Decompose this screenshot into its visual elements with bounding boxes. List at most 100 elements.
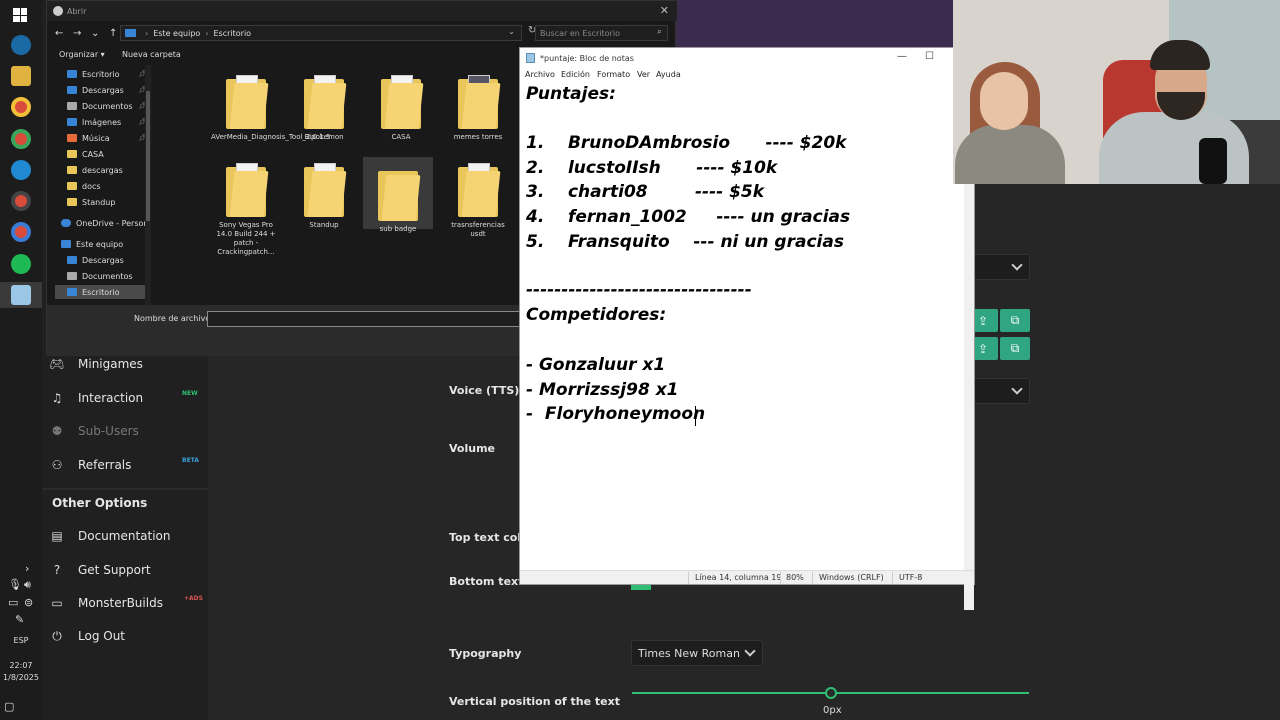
folder-icon: [378, 167, 421, 221]
onedrive-icon: [61, 219, 71, 227]
documents-icon: [67, 102, 77, 110]
windows-icon[interactable]: [13, 8, 27, 22]
slider-handle[interactable]: [825, 687, 837, 699]
chrome-icon[interactable]: [11, 129, 31, 149]
text-line: --------------------------------: [526, 280, 752, 300]
search-icon: ⌕: [656, 27, 662, 37]
users-icon: ⚉: [51, 424, 63, 438]
clock-date[interactable]: 1/8/2025: [0, 673, 42, 682]
tree-item[interactable]: descargas: [55, 163, 149, 177]
text-caret: [695, 406, 696, 426]
language-indicator[interactable]: ESP: [0, 636, 42, 645]
minimize-icon[interactable]: —: [897, 51, 907, 62]
menu-archivo[interactable]: Archivo: [525, 70, 555, 79]
chrome-icon: [53, 6, 63, 16]
menu-edicion[interactable]: Edición: [561, 70, 590, 79]
text-line: Puntajes:: [526, 84, 616, 104]
maximize-icon[interactable]: ☐: [925, 51, 934, 62]
upload-icon: ⇪: [977, 313, 989, 328]
recent-dropdown-icon[interactable]: ⌄: [91, 28, 101, 39]
mic-icon[interactable]: 🎙︎: [8, 578, 22, 591]
encoding: UTF-8: [899, 573, 923, 582]
tree-item[interactable]: Escritorio 📌︎: [55, 67, 149, 81]
file-item[interactable]: Standup: [289, 153, 359, 230]
notepad-icon[interactable]: [11, 285, 31, 305]
menu-ver[interactable]: Ver: [637, 70, 650, 79]
search-input[interactable]: Buscar en Escritorio ⌕: [535, 25, 668, 41]
speaker-icon[interactable]: 🔊︎: [24, 578, 31, 592]
tree-item[interactable]: docs: [55, 179, 149, 193]
select-right[interactable]: [974, 254, 1030, 280]
notepad-window: *puntaje: Bloc de notas — ☐ Archivo Edic…: [519, 47, 975, 610]
nav-referrals[interactable]: ⚇ Referrals: [50, 451, 200, 479]
tree-item[interactable]: Documentos 📌︎: [55, 99, 149, 113]
file-item[interactable]: AVerMedia_Diagnosis_Tool_2.0.1.5: [211, 65, 330, 142]
file-item[interactable]: memes torres: [443, 65, 513, 142]
chrome-icon[interactable]: [11, 191, 31, 211]
tree-item-selected[interactable]: Escritorio: [55, 285, 149, 299]
voice-label: Voice (TTS): [449, 384, 520, 397]
desktop-icon: [67, 70, 77, 78]
chevron-up-icon[interactable]: ›: [25, 562, 29, 575]
file-item[interactable]: Sony Vegas Pro 14.0 Build 244 + patch - …: [211, 153, 281, 257]
menu-formato[interactable]: Formato: [597, 70, 630, 79]
up-icon[interactable]: ↑: [109, 28, 119, 39]
tree-item[interactable]: CASA: [55, 147, 149, 161]
tree-item[interactable]: Standup: [55, 195, 149, 209]
tree-scroll-thumb[interactable]: [146, 91, 150, 221]
tree-item[interactable]: OneDrive - Persor: [55, 216, 149, 230]
spotify-icon[interactable]: [11, 254, 31, 274]
chevron-down-icon[interactable]: ⌄: [508, 27, 515, 36]
nav-interaction[interactable]: ♫ Interaction: [50, 384, 200, 412]
chevron-down-icon: [1011, 383, 1023, 395]
chrome-icon[interactable]: [11, 97, 31, 117]
volume-icon[interactable]: ⊜: [24, 596, 33, 609]
typography-select[interactable]: Times New Roman: [631, 640, 763, 666]
file-item[interactable]: trasnsferencias usdt: [443, 153, 513, 239]
pen-icon[interactable]: ✎: [15, 613, 24, 626]
file-item[interactable]: Bipokemon: [289, 65, 359, 142]
new-folder-button[interactable]: Nueva carpeta: [122, 50, 181, 59]
forward-icon[interactable]: →: [73, 28, 83, 39]
text-line: 5. Fransquito --- ni un gracias: [526, 232, 844, 252]
folder-icon: [458, 163, 501, 217]
clock-time[interactable]: 22:07: [0, 661, 42, 670]
edge-icon[interactable]: [11, 160, 31, 180]
steam-icon[interactable]: [11, 35, 31, 55]
network-icon[interactable]: ▭: [8, 596, 18, 609]
file-item-selected[interactable]: sub badge: [363, 157, 433, 233]
tree-item[interactable]: Documentos: [55, 269, 149, 283]
tree-item[interactable]: Este equipo: [55, 237, 149, 251]
nav-documentation[interactable]: ▤ Documentation: [50, 522, 200, 550]
close-icon[interactable]: ✕: [660, 4, 669, 17]
tree-item[interactable]: Imágenes 📌︎: [55, 115, 149, 129]
gallery-button[interactable]: ⧉: [1000, 309, 1030, 332]
notepad-text-area[interactable]: Puntajes: 1. BrunoDAmbrosio ---- $20k 2.…: [526, 82, 966, 582]
folder-icon: [67, 166, 77, 174]
nav-monsterbuilds[interactable]: ▭ MonsterBuilds: [50, 589, 200, 617]
folder-icon: [458, 75, 501, 129]
back-icon[interactable]: ←: [55, 28, 65, 39]
file-explorer-icon[interactable]: [11, 66, 31, 86]
nav-log-out[interactable]: ⏻ Log Out: [50, 622, 200, 650]
organize-button[interactable]: Organizar ▾: [59, 50, 105, 59]
menu-ayuda[interactable]: Ayuda: [656, 70, 681, 79]
address-bar[interactable]: › Este equipo › Escritorio ⌄: [120, 25, 522, 41]
tree-item[interactable]: Descargas 📌︎: [55, 83, 149, 97]
tree-item[interactable]: Descargas: [55, 253, 149, 267]
download-icon: [67, 86, 77, 94]
download-icon: [67, 256, 77, 264]
tree-item[interactable]: Música 📌︎: [55, 131, 149, 145]
breadcrumb-escritorio[interactable]: Escritorio: [214, 29, 252, 38]
notification-icon[interactable]: ▢: [4, 700, 14, 713]
chrome-icon[interactable]: [11, 222, 31, 242]
file-item[interactable]: CASA: [366, 65, 436, 142]
voice-select[interactable]: [974, 378, 1030, 404]
nav-sub-users[interactable]: ⚉ Sub-Users: [50, 417, 200, 445]
gallery-button[interactable]: ⧉: [1000, 337, 1030, 360]
dialog-titlebar: Abrir ✕: [47, 1, 677, 21]
ads-badge: +ADS: [184, 595, 203, 602]
breadcrumb-este-equipo[interactable]: Este equipo: [153, 29, 200, 38]
notepad-icon: [526, 53, 535, 63]
nav-get-support[interactable]: ? Get Support: [50, 556, 200, 584]
